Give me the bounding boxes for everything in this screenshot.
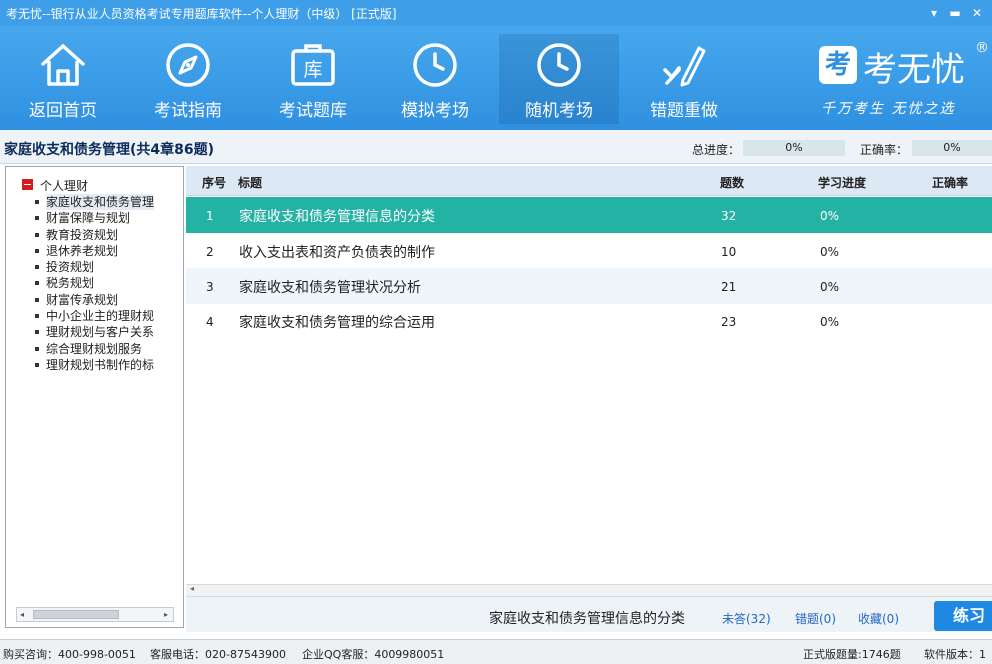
toolbar-redo-wrong-button[interactable]: 错题重做 xyxy=(624,34,744,124)
row-index: 4 xyxy=(206,315,214,329)
table-horizontal-scrollbar[interactable]: ◂ xyxy=(186,584,992,596)
toolbar-random-exam-label: 随机考场 xyxy=(525,101,593,121)
tree-horizontal-scrollbar[interactable]: ◂ ▸ xyxy=(16,607,174,622)
row-title: 家庭收支和债务管理的综合运用 xyxy=(239,315,435,331)
close-button[interactable]: ✕ xyxy=(968,4,986,22)
favorites-link[interactable]: 收藏(0) xyxy=(858,610,899,627)
practice-button[interactable]: 练习 xyxy=(934,601,992,631)
total-progress-label: 总进度： xyxy=(692,143,741,157)
qq-service: 企业QQ客服：4009980051 xyxy=(302,648,445,661)
toolbar-guide-label: 考试指南 xyxy=(154,101,222,121)
service-phone: 客服电话：020-87543900 xyxy=(150,648,286,661)
question-bank-icon-text: 库 xyxy=(303,59,322,81)
home-icon xyxy=(41,44,85,86)
toolbar-guide-button[interactable]: 考试指南 xyxy=(128,34,248,124)
scroll-right-icon[interactable]: ▸ xyxy=(164,608,168,621)
tree-children: 家庭收支和债务管理 财富保障与规划 教育投资规划 退休养老规划 投资规划 税务规… xyxy=(34,194,155,373)
row-progress: 0% xyxy=(820,280,840,294)
row-count: 32 xyxy=(721,209,737,223)
menu-dropdown-button[interactable]: ▾ xyxy=(925,4,943,22)
tree-item[interactable]: 综合理财规划服务 xyxy=(34,341,154,357)
row-count: 21 xyxy=(721,280,737,294)
wrong-questions-link[interactable]: 错题(0) xyxy=(795,610,836,627)
toolbar-home-button[interactable]: 返回首页 xyxy=(3,34,123,124)
minimize-button[interactable]: ▬ xyxy=(946,4,964,22)
tree-item[interactable]: 中小企业主的理财规 xyxy=(34,308,154,324)
toolbar-home-label: 返回首页 xyxy=(29,101,97,121)
main-toolbar: 返回首页 考试指南 库 考试题库 模拟考场 随机考场 错题重做 考 考无忧 ® … xyxy=(0,26,992,130)
scroll-left-icon[interactable]: ◂ xyxy=(20,608,24,621)
col-title[interactable]: 标题 xyxy=(238,174,262,191)
row-index: 1 xyxy=(206,209,214,223)
logo-slogan: 千万考生 无忧之选 xyxy=(821,101,956,117)
tree-root-label: 个人理财 xyxy=(40,179,89,193)
scroll-left-icon[interactable]: ◂ xyxy=(190,584,194,593)
tree-item[interactable]: 理财规划与客户关系 xyxy=(34,324,154,340)
toolbar-question-bank-button[interactable]: 库 考试题库 xyxy=(253,34,373,124)
clock-icon xyxy=(413,43,457,87)
row-count: 23 xyxy=(721,315,737,329)
row-title: 收入支出表和资产负债表的制作 xyxy=(239,245,435,261)
toolbar-mock-exam-label: 模拟考场 xyxy=(401,101,469,121)
table-row[interactable]: 2 收入支出表和资产负债表的制作 10 0% xyxy=(186,233,992,269)
table-row[interactable]: 4 家庭收支和债务管理的综合运用 23 0% xyxy=(186,303,992,339)
chapter-tree: 个人理财 家庭收支和债务管理 财富保障与规划 教育投资规划 退休养老规划 投资规… xyxy=(5,166,184,628)
table-row[interactable]: 3 家庭收支和债务管理状况分析 21 0% xyxy=(186,268,992,304)
col-index[interactable]: 序号 xyxy=(202,174,226,191)
page-title: 家庭收支和债务管理(共4章86题) xyxy=(4,142,215,158)
section-header: 家庭收支和债务管理(共4章86题) 总进度： 0% 正确率： 0% xyxy=(0,130,992,164)
row-index: 2 xyxy=(206,245,214,259)
clock-icon xyxy=(537,43,581,87)
col-progress[interactable]: 学习进度 xyxy=(818,174,866,191)
row-progress: 0% xyxy=(820,315,840,329)
accuracy-value: 0% xyxy=(912,140,992,156)
collapse-icon[interactable] xyxy=(22,179,33,190)
table-header: 序号 标题 题数 学习进度 正确率 xyxy=(186,166,992,196)
logo-brand: 考无忧 xyxy=(863,50,965,90)
toolbar-redo-wrong-label: 错题重做 xyxy=(650,101,718,121)
row-title: 家庭收支和债务管理状况分析 xyxy=(239,280,421,296)
compass-icon xyxy=(166,43,210,87)
question-bank-icon: 库 xyxy=(291,44,335,86)
section-table: 序号 标题 题数 学习进度 正确率 1 家庭收支和债务管理信息的分类 32 0%… xyxy=(186,166,992,596)
brand-logo: 考 考无忧 ® 千万考生 无忧之选 xyxy=(815,40,992,120)
toolbar-mock-exam-button[interactable]: 模拟考场 xyxy=(375,34,495,124)
current-section-title: 家庭收支和债务管理信息的分类 xyxy=(489,611,685,627)
purchase-hotline: 购买咨询：400-998-0051 xyxy=(3,648,136,661)
tree-item[interactable]: 税务规划 xyxy=(34,275,154,291)
window-title: 考无忧--银行从业人员资格考试专用题库软件--个人理财（中级） [正式版] xyxy=(6,7,397,21)
row-index: 3 xyxy=(206,280,214,294)
title-bar: 考无忧--银行从业人员资格考试专用题库软件--个人理财（中级） [正式版] ▾ … xyxy=(0,0,992,26)
table-row[interactable]: 1 家庭收支和债务管理信息的分类 32 0% xyxy=(186,197,992,233)
tree-item[interactable]: 退休养老规划 xyxy=(34,243,154,259)
toolbar-random-exam-button[interactable]: 随机考场 xyxy=(499,34,619,124)
scrollbar-thumb[interactable] xyxy=(33,610,119,619)
total-progress-value: 0% xyxy=(743,140,845,156)
logo-mark: 考 xyxy=(819,46,857,84)
row-progress: 0% xyxy=(820,245,840,259)
toolbar-question-bank-label: 考试题库 xyxy=(279,101,347,121)
col-accuracy[interactable]: 正确率 xyxy=(932,174,968,191)
accuracy-label: 正确率： xyxy=(860,143,909,157)
tree-item[interactable]: 财富保障与规划 xyxy=(34,210,154,226)
logo-registered: ® xyxy=(975,40,989,56)
action-bar: 家庭收支和债务管理信息的分类 未答(32) 错题(0) 收藏(0) 练习 xyxy=(186,596,992,632)
status-bar: 购买咨询：400-998-0051 客服电话：020-87543900 企业QQ… xyxy=(0,639,992,664)
question-total: 正式版题量:1746题 xyxy=(803,648,901,661)
row-title: 家庭收支和债务管理信息的分类 xyxy=(239,209,435,225)
software-version: 软件版本：1 xyxy=(924,648,986,661)
tree-item[interactable]: 投资规划 xyxy=(34,259,154,275)
row-progress: 0% xyxy=(820,209,840,223)
tree-item[interactable]: 家庭收支和债务管理 xyxy=(34,194,155,211)
row-count: 10 xyxy=(721,245,737,259)
tree-item[interactable]: 财富传承规划 xyxy=(34,292,154,308)
tree-item[interactable]: 理财规划书制作的标 xyxy=(34,357,154,373)
col-count[interactable]: 题数 xyxy=(720,174,744,191)
unanswered-link[interactable]: 未答(32) xyxy=(722,610,771,627)
pen-check-icon xyxy=(663,46,706,87)
tree-item[interactable]: 教育投资规划 xyxy=(34,227,154,243)
